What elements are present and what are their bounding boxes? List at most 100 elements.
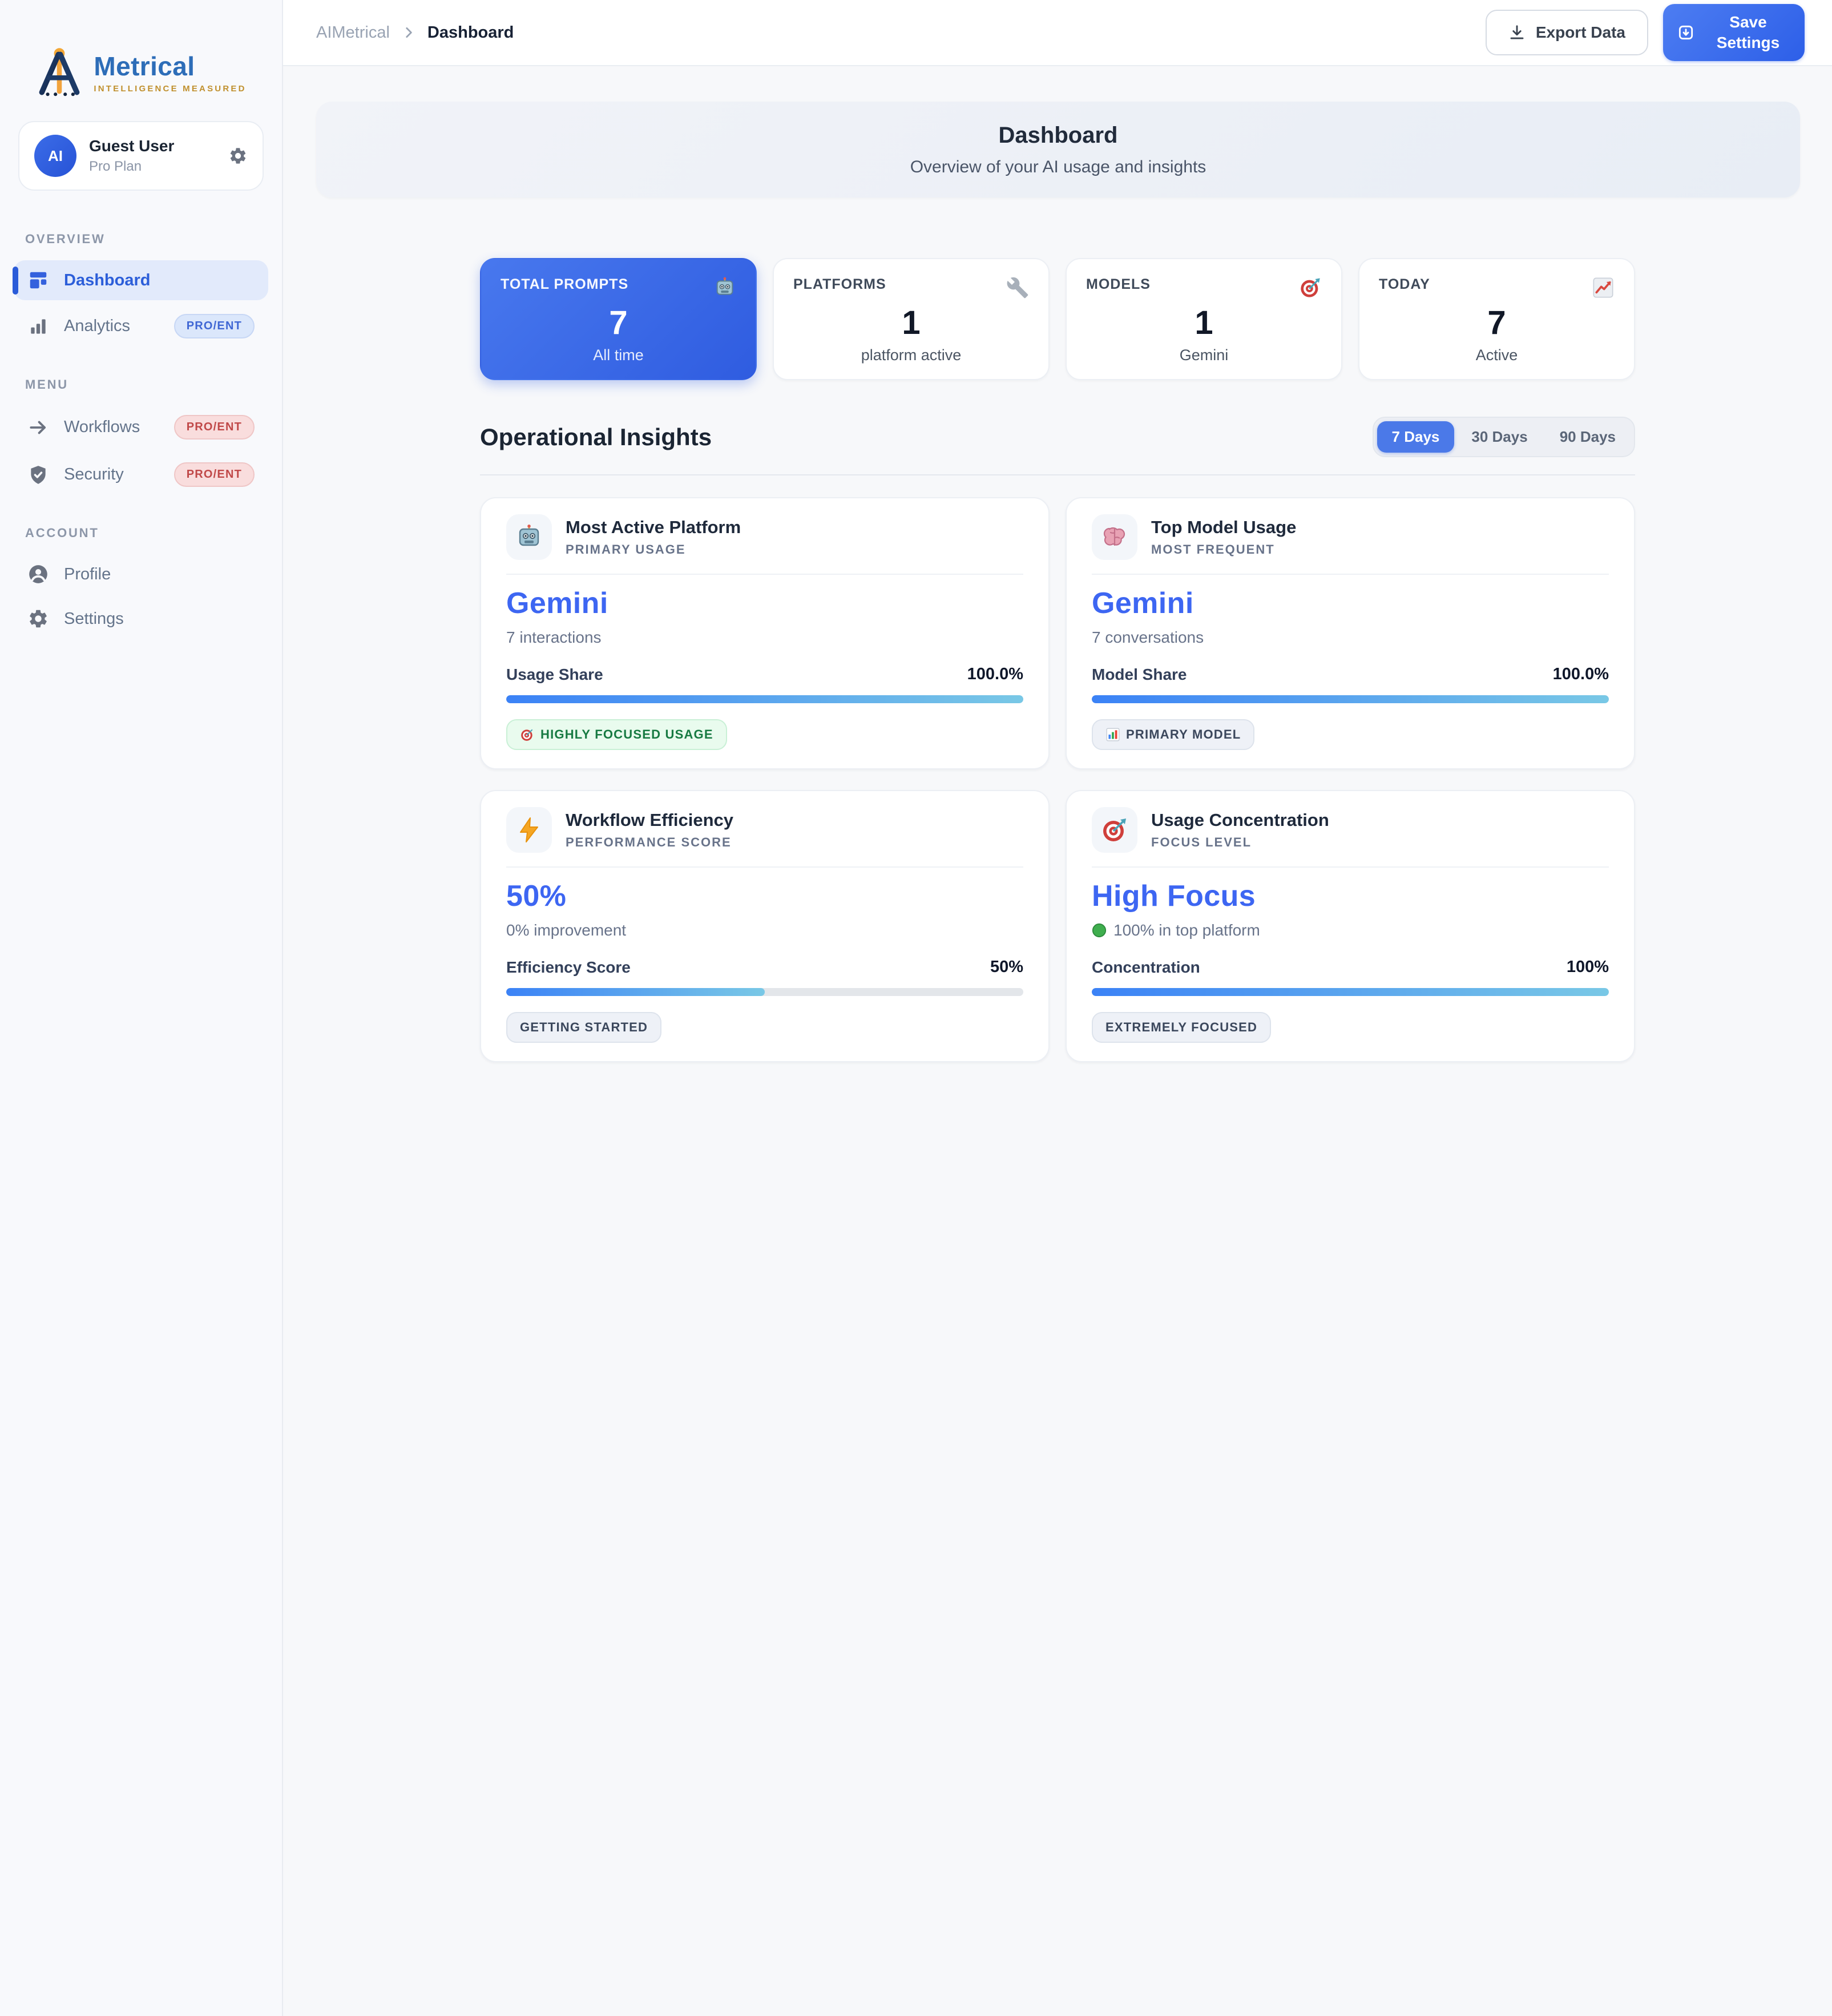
stat-sub: platform active: [793, 346, 1029, 364]
download-icon: [1508, 24, 1526, 41]
user-plan: Pro Plan: [89, 159, 216, 175]
stat-card-models: MODELS 1 Gemini: [1066, 258, 1342, 380]
status-badge: GETTING STARTED: [506, 1012, 661, 1043]
bar-chart-icon: [1105, 727, 1120, 742]
card-subtitle: PRIMARY USAGE: [566, 542, 741, 557]
range-7-days-button[interactable]: 7 Days: [1377, 421, 1455, 453]
sidebar-item-dashboard[interactable]: Dashboard: [14, 260, 268, 300]
pro-ent-badge: PRO/ENT: [174, 314, 255, 338]
meta-label: Model Share: [1092, 666, 1187, 684]
sidebar-item-label: Workflows: [64, 418, 159, 437]
target-icon: [1299, 276, 1322, 299]
card-title: Top Model Usage: [1151, 517, 1296, 538]
sidebar-item-analytics[interactable]: Analytics PRO/ENT: [14, 305, 268, 348]
main-area: AIMetrical Dashboard Export Data: [283, 0, 1832, 2016]
sidebar: Metrical INTELLIGENCE MEASURED AI Guest …: [0, 0, 283, 2016]
divider: [1092, 866, 1609, 868]
pro-ent-badge: PRO/ENT: [174, 462, 255, 487]
stat-sub: Active: [1379, 346, 1615, 364]
target-icon: [520, 727, 535, 742]
card-value: 50%: [506, 879, 1023, 913]
stat-label: PLATFORMS: [793, 276, 886, 293]
nav-section-account: ACCOUNT: [0, 526, 282, 541]
meta-value: 100%: [1567, 958, 1609, 977]
progress-fill: [506, 695, 1023, 703]
shield-check-icon: [27, 464, 49, 486]
sidebar-item-workflows[interactable]: Workflows PRO/ENT: [14, 406, 268, 449]
save-settings-button[interactable]: Save Settings: [1663, 4, 1805, 62]
sidebar-item-label: Analytics: [64, 317, 159, 336]
breadcrumb-current: Dashboard: [427, 23, 514, 42]
insight-card-usage-concentration: Usage Concentration FOCUS LEVEL High Foc…: [1066, 790, 1635, 1062]
stat-value: 7: [1379, 304, 1615, 342]
dashboard-icon: [27, 269, 49, 291]
sidebar-item-security[interactable]: Security PRO/ENT: [14, 453, 268, 496]
export-data-button[interactable]: Export Data: [1486, 10, 1648, 55]
status-badge: EXTREMELY FOCUSED: [1092, 1012, 1271, 1043]
card-sub: 0% improvement: [506, 921, 1023, 940]
stat-sub: All time: [501, 346, 736, 364]
card-value: High Focus: [1092, 879, 1609, 913]
divider: [1092, 574, 1609, 575]
progress-fill: [506, 988, 765, 996]
range-90-days-button[interactable]: 90 Days: [1545, 421, 1631, 453]
insight-card-workflow-efficiency: Workflow Efficiency PERFORMANCE SCORE 50…: [480, 790, 1050, 1062]
insight-card-top-model-usage: Top Model Usage MOST FREQUENT Gemini 7 c…: [1066, 497, 1635, 769]
divider: [506, 866, 1023, 868]
range-30-days-button[interactable]: 30 Days: [1456, 421, 1542, 453]
stat-card-total-prompts: TOTAL PROMPTS 7 All time: [480, 258, 757, 380]
sidebar-item-label: Settings: [64, 610, 255, 628]
wrench-icon: [1006, 276, 1029, 299]
badge-label: HIGHLY FOCUSED USAGE: [540, 727, 713, 742]
user-name: Guest User: [89, 137, 216, 155]
breadcrumb: AIMetrical Dashboard: [316, 23, 514, 42]
meta-value: 50%: [990, 958, 1023, 977]
brand-tagline: INTELLIGENCE MEASURED: [94, 84, 246, 94]
antenna-a-icon: [35, 46, 83, 98]
robot-icon: [713, 276, 736, 299]
stat-label: MODELS: [1086, 276, 1151, 293]
progress-bar: [1092, 988, 1609, 996]
badge-label: GETTING STARTED: [520, 1020, 648, 1035]
meta-value: 100.0%: [967, 665, 1023, 684]
breadcrumb-root[interactable]: AIMetrical: [316, 23, 390, 42]
page-subtitle: Overview of your AI usage and insights: [910, 158, 1206, 177]
progress-bar: [506, 695, 1023, 703]
sidebar-item-settings[interactable]: Settings: [14, 599, 268, 639]
stat-value: 7: [501, 304, 736, 342]
arrow-right-icon: [27, 417, 49, 438]
analytics-bars-icon: [27, 316, 49, 337]
card-sub: 7 conversations: [1092, 628, 1609, 647]
chevron-right-icon: [401, 25, 416, 40]
stat-card-platforms: PLATFORMS 1 platform active: [773, 258, 1050, 380]
pro-ent-badge: PRO/ENT: [174, 415, 255, 440]
stat-value: 1: [793, 304, 1029, 342]
status-badge: HIGHLY FOCUSED USAGE: [506, 719, 727, 750]
sidebar-item-profile[interactable]: Profile: [14, 554, 268, 594]
page-scroll-area[interactable]: Dashboard Overview of your AI usage and …: [283, 66, 1832, 2016]
status-badge: PRIMARY MODEL: [1092, 719, 1254, 750]
progress-fill: [1092, 988, 1609, 996]
card-title: Workflow Efficiency: [566, 810, 733, 830]
badge-label: PRIMARY MODEL: [1126, 727, 1241, 742]
user-card: AI Guest User Pro Plan: [18, 121, 264, 191]
card-title: Usage Concentration: [1151, 810, 1329, 830]
chart-up-icon: [1592, 276, 1615, 299]
brand-name: Metrical: [94, 51, 246, 82]
topbar: AIMetrical Dashboard Export Data: [283, 0, 1832, 66]
meta-label: Usage Share: [506, 666, 603, 684]
sidebar-item-label: Security: [64, 465, 159, 484]
stat-value: 1: [1086, 304, 1322, 342]
gear-icon[interactable]: [228, 146, 248, 166]
insight-card-most-active-platform: Most Active Platform PRIMARY USAGE Gemin…: [480, 497, 1050, 769]
page-hero: Dashboard Overview of your AI usage and …: [316, 102, 1800, 197]
insights-grid: Most Active Platform PRIMARY USAGE Gemin…: [480, 497, 1635, 1092]
stat-label: TOTAL PROMPTS: [501, 276, 628, 293]
divider: [506, 574, 1023, 575]
card-title: Most Active Platform: [566, 517, 741, 538]
meta-label: Concentration: [1092, 958, 1200, 977]
app-logo: Metrical INTELLIGENCE MEASURED: [0, 32, 282, 116]
robot-icon: [506, 514, 552, 560]
progress-bar: [506, 988, 1023, 996]
meta-value: 100.0%: [1553, 665, 1609, 684]
